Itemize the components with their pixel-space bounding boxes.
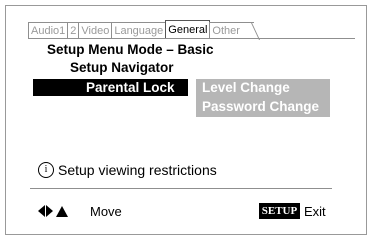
submenu-item-level-change[interactable]: Level Change bbox=[202, 80, 290, 95]
info-icon: i bbox=[38, 162, 54, 178]
info-message: i Setup viewing restrictions bbox=[38, 162, 217, 178]
exit-hint: Exit bbox=[304, 204, 326, 219]
tab-audio1[interactable]: Audio1 bbox=[28, 22, 69, 38]
arrow-keys-icon bbox=[38, 205, 68, 217]
arrow-up-icon bbox=[56, 205, 68, 217]
tab-language[interactable]: Language bbox=[111, 22, 167, 38]
move-hint: Move bbox=[90, 204, 122, 219]
arrow-left-icon bbox=[38, 205, 45, 217]
menu-item-parental-lock[interactable]: Parental Lock bbox=[86, 79, 175, 96]
parental-lock-submenu: Level Change Password Change bbox=[196, 79, 330, 117]
setup-key-badge[interactable]: SETUP bbox=[259, 203, 300, 219]
arrow-right-icon bbox=[46, 205, 53, 217]
screen-frame bbox=[5, 5, 367, 235]
tab-other[interactable]: Other bbox=[209, 22, 254, 38]
tab-general[interactable]: General bbox=[165, 20, 211, 38]
submenu-item-password-change[interactable]: Password Change bbox=[202, 99, 319, 114]
tab-bar: Audio1 2 Video Language General Other bbox=[28, 20, 254, 38]
tab-video[interactable]: Video bbox=[78, 22, 113, 38]
info-text: Setup viewing restrictions bbox=[58, 162, 217, 178]
menu-item-setup-navigator[interactable]: Setup Navigator bbox=[70, 60, 174, 75]
tab-divider bbox=[28, 38, 355, 39]
footer-divider bbox=[30, 188, 332, 189]
menu-mode-title: Setup Menu Mode – Basic bbox=[47, 42, 214, 57]
